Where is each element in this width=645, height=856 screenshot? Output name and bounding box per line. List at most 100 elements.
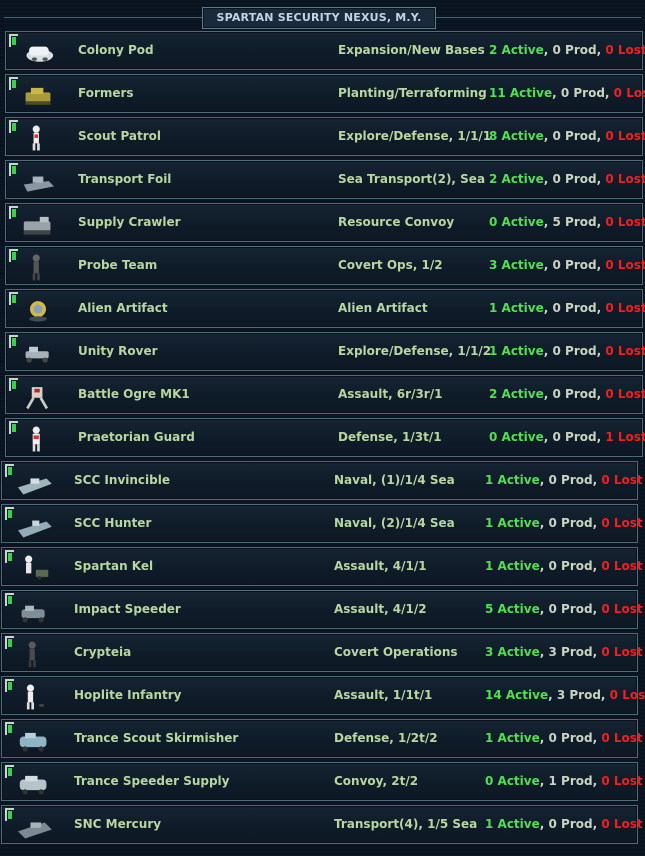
lost-count: 0 Lost [605, 129, 645, 143]
unit-role: Assault, 4/1/1 [334, 559, 427, 573]
unit-role: Explore/Defense, 1/1/1 [338, 129, 492, 143]
active-count: 2 Active [489, 43, 544, 57]
active-count: 1 Active [485, 817, 540, 831]
unit-row[interactable]: Hoplite Infantry Assault, 1/1t/1 14 Active… [1, 676, 645, 715]
unit-stats: 0 Active, 5 Prod, 0 Lost [489, 215, 645, 229]
unit-name: Hoplite Infantry [74, 688, 182, 702]
unit-role: Defense, 1/2t/2 [334, 731, 438, 745]
battle-ogre-icon [16, 380, 60, 412]
unit-role: Defense, 1/3t/1 [338, 430, 442, 444]
active-count: 3 Active [489, 258, 544, 272]
lost-count: 0 Lost [605, 43, 645, 57]
unit-row[interactable]: Spartan Kel Assault, 4/1/1 1 Active, 0 Pro… [1, 547, 643, 586]
unit-role: Covert Operations [334, 645, 458, 659]
unit-row[interactable]: Scout Patrol Explore/Defense, 1/1/1 8 Acti… [5, 117, 645, 156]
unit-role: Naval, (1)/1/4 Sea [334, 473, 455, 487]
prod-count: 0 Prod [552, 43, 597, 57]
unit-row[interactable]: Praetorian Guard Defense, 1/3t/1 0 Active,… [5, 418, 645, 457]
prod-count: 0 Prod [552, 301, 597, 315]
colony-pod-icon [16, 36, 60, 68]
alien-artifact-icon [16, 294, 60, 326]
unit-row[interactable]: Crypteia Covert Operations 3 Active, 3 Pro… [1, 633, 643, 672]
unit-name: SCC Hunter [74, 516, 152, 530]
prod-count: 0 Prod [552, 430, 597, 444]
unit-row[interactable]: Transport Foil Sea Transport(2), Sea 2 Act… [5, 160, 645, 199]
spartan-kel-icon [12, 552, 56, 584]
unit-stats: 11 Active, 0 Prod, 0 Lost [489, 86, 645, 100]
unit-name: Unity Rover [78, 344, 158, 358]
unit-stats: 3 Active, 3 Prod, 0 Lost [485, 645, 643, 659]
lost-count: 0 Lost [605, 387, 645, 401]
unit-role: Assault, 4/1/2 [334, 602, 427, 616]
unit-row[interactable]: SCC Hunter Naval, (2)/1/4 Sea 1 Active, 0 … [1, 504, 643, 543]
prod-count: 1 Prod [548, 774, 593, 788]
unit-stats: 0 Active, 1 Prod, 0 Lost [485, 774, 643, 788]
active-count: 0 Active [489, 430, 544, 444]
active-count: 5 Active [485, 602, 540, 616]
scc-hunter-icon [12, 509, 56, 541]
unit-stats: 1 Active, 0 Prod, 0 Lost [485, 516, 643, 530]
unit-row[interactable]: Trance Speeder Supply Convoy, 2t/2 0 Activ… [1, 762, 643, 801]
transport-foil-icon [16, 165, 60, 197]
unit-role: Assault, 6r/3r/1 [338, 387, 443, 401]
unit-stats: 2 Active, 0 Prod, 0 Lost [489, 43, 645, 57]
unit-name: SCC Invincible [74, 473, 170, 487]
unit-row[interactable]: SNC Mercury Transport(4), 1/5 Sea 1 Active… [1, 805, 643, 844]
unit-name: Impact Speeder [74, 602, 181, 616]
unit-row[interactable]: Probe Team Covert Ops, 1/2 3 Active, 0 Pro… [5, 246, 645, 285]
prod-count: 0 Prod [552, 129, 597, 143]
unit-name: Spartan Kel [74, 559, 154, 573]
prod-count: 0 Prod [548, 473, 593, 487]
unit-row[interactable]: Supply Crawler Resource Convoy 0 Active, 5… [5, 203, 645, 242]
active-count: 0 Active [489, 215, 544, 229]
prod-count: 5 Prod [552, 215, 597, 229]
prod-count: 0 Prod [548, 516, 593, 530]
unit-row[interactable]: Alien Artifact Alien Artifact 1 Active, 0 … [5, 289, 645, 328]
lost-count: 0 Lost [601, 817, 643, 831]
unit-row[interactable]: Formers Planting/Terraforming 11 Active, 0… [5, 74, 645, 113]
active-count: 1 Active [485, 731, 540, 745]
unit-stats: 8 Active, 0 Prod, 0 Lost [489, 129, 645, 143]
unit-name: Supply Crawler [78, 215, 181, 229]
unit-role: Sea Transport(2), Sea [338, 172, 486, 186]
prod-count: 0 Prod [548, 602, 593, 616]
active-count: 11 Active [489, 86, 553, 100]
unit-row[interactable]: Colony Pod Expansion/New Bases 2 Active, 0… [5, 31, 645, 70]
unit-name: Transport Foil [78, 172, 172, 186]
unit-role: Covert Ops, 1/2 [338, 258, 443, 272]
lost-count: 1 Lost [605, 430, 645, 444]
unit-role: Transport(4), 1/5 Sea [334, 817, 478, 831]
unit-stats: 3 Active, 0 Prod, 0 Lost [489, 258, 645, 272]
unity-rover-icon [16, 337, 60, 369]
unit-stats: 1 Active, 0 Prod, 0 Lost [485, 559, 643, 573]
unit-row[interactable]: Trance Scout Skirmisher Defense, 1/2t/2 1 … [1, 719, 643, 758]
unit-role: Assault, 1/1t/1 [334, 688, 433, 702]
impact-speeder-icon [12, 595, 56, 627]
unit-role: Alien Artifact [338, 301, 428, 315]
lost-count: 0 Lost [601, 645, 643, 659]
unit-stats: 2 Active, 0 Prod, 0 Lost [489, 172, 645, 186]
supply-crawler-icon [16, 208, 60, 240]
unit-name: Colony Pod [78, 43, 154, 57]
unit-row[interactable]: Battle Ogre MK1 Assault, 6r/3r/1 2 Active,… [5, 375, 645, 414]
lost-count: 0 Lost [601, 559, 643, 573]
unit-row[interactable]: Unity Rover Explore/Defense, 1/1/2 1 Activ… [5, 332, 645, 371]
lost-count: 0 Lost [601, 774, 643, 788]
unit-stats: 2 Active, 0 Prod, 0 Lost [489, 387, 645, 401]
active-count: 2 Active [489, 387, 544, 401]
unit-name: Praetorian Guard [78, 430, 195, 444]
prod-count: 0 Prod [548, 559, 593, 573]
prod-count: 0 Prod [552, 344, 597, 358]
lost-count: 0 Lost [613, 86, 645, 100]
active-count: 1 Active [489, 301, 544, 315]
unit-stats: 1 Active, 0 Prod, 0 Lost [485, 473, 643, 487]
unit-role: Planting/Terraforming [338, 86, 487, 100]
unit-name: Crypteia [74, 645, 132, 659]
prod-count: 0 Prod [552, 258, 597, 272]
lost-count: 0 Lost [609, 688, 645, 702]
lost-count: 0 Lost [605, 172, 645, 186]
unit-row[interactable]: Impact Speeder Assault, 4/1/2 5 Active, 0 … [1, 590, 643, 629]
prod-count: 3 Prod [548, 645, 593, 659]
lost-count: 0 Lost [605, 258, 645, 272]
unit-row[interactable]: SCC Invincible Naval, (1)/1/4 Sea 1 Active… [1, 461, 643, 500]
